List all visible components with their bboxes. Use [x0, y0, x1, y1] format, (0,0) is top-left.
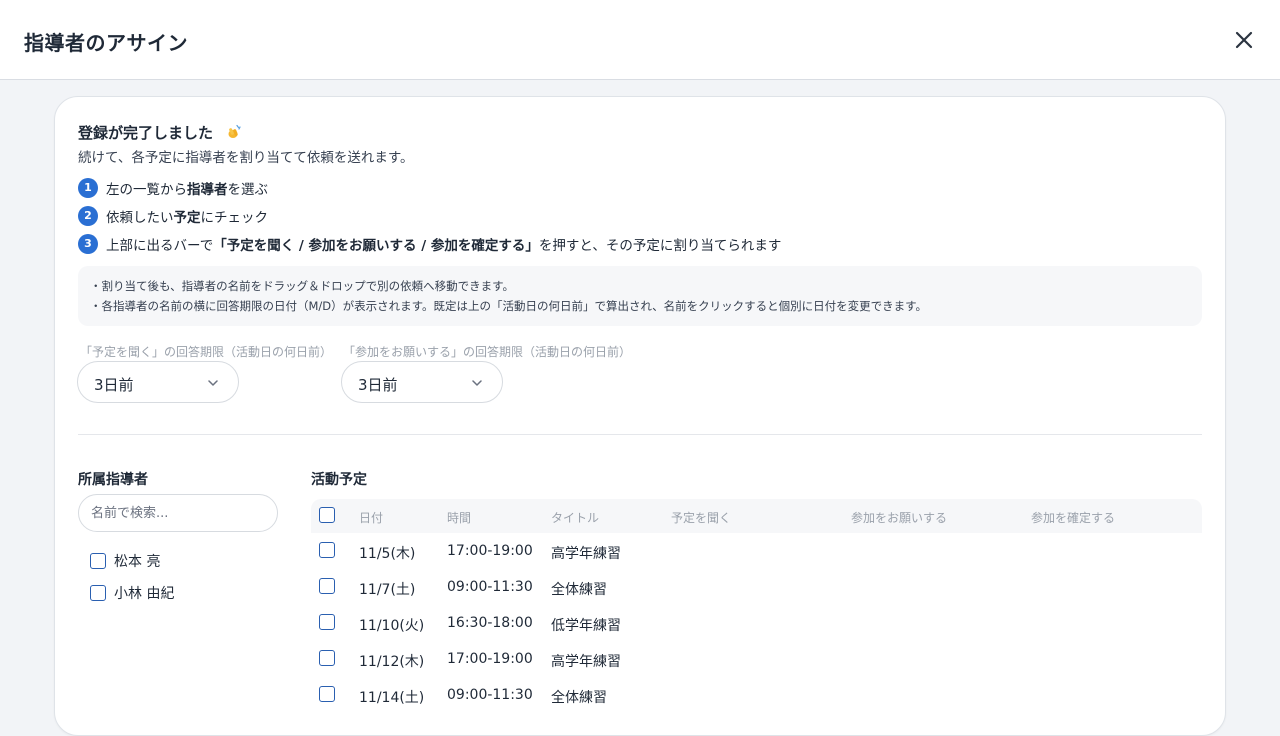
row-title: 全体練習	[551, 690, 607, 706]
ask-deadline-value: 3日前	[94, 376, 134, 394]
schedule-table-header: 日付 時間 タイトル 予定を聞く 参加をお願いする 参加を確定する	[311, 499, 1202, 533]
table-row[interactable]: 11/14(土) 09:00-11:30 全体練習	[311, 678, 1202, 714]
row-title: 高学年練習	[551, 546, 621, 562]
row-title: 低学年練習	[551, 618, 621, 634]
column-header-time: 時間	[447, 511, 472, 525]
coaches-title: 所属指導者	[78, 472, 148, 488]
row-checkbox[interactable]	[319, 650, 335, 666]
step-text: 上部に出るバーで「予定を聞く / 参加をお願いする / 参加を確定する」を押すと…	[106, 238, 782, 254]
step-text: 依頼したい予定にチェック	[106, 210, 268, 226]
step-number-badge: 2	[78, 206, 98, 226]
note-drag-drop: ・割り当て後も、指導者の名前をドラッグ＆ドロップで別の依頼へ移動できます。	[90, 279, 515, 293]
column-header-title: タイトル	[551, 511, 600, 525]
info-notes-box: ・割り当て後も、指導者の名前をドラッグ＆ドロップで別の依頼へ移動できます。 ・各…	[78, 266, 1202, 326]
row-checkbox[interactable]	[319, 614, 335, 630]
column-header-confirm: 参加を確定する	[1031, 511, 1116, 525]
page-title: 指導者のアサイン	[24, 31, 188, 55]
completion-title: 登録が完了しました	[78, 124, 214, 142]
chevron-down-icon	[472, 380, 482, 386]
coach-search-input[interactable]	[78, 494, 278, 532]
ask-deadline-label: 「予定を聞く」の回答期限（活動日の何日前）	[80, 345, 333, 359]
request-deadline-label: 「参加をお願いする」の回答期限（活動日の何日前）	[343, 345, 632, 359]
row-checkbox[interactable]	[319, 686, 335, 702]
schedule-title: 活動予定	[311, 472, 367, 488]
row-date: 11/14(土)	[359, 690, 425, 706]
column-header-date: 日付	[359, 511, 384, 525]
row-time: 16:30-18:00	[447, 615, 533, 631]
completion-subtitle: 続けて、各予定に指導者を割り当てて依頼を送れます。	[78, 150, 414, 166]
row-time: 17:00-19:00	[447, 651, 533, 667]
clapping-hands-icon	[228, 124, 241, 138]
close-icon[interactable]	[1230, 26, 1258, 54]
row-checkbox[interactable]	[319, 542, 335, 558]
coach-name: 松本 亮	[114, 554, 161, 570]
chevron-down-icon	[208, 380, 218, 386]
column-header-ask: 予定を聞く	[671, 511, 732, 525]
row-date: 11/10(火)	[359, 618, 425, 634]
row-date: 11/5(木)	[359, 546, 416, 562]
close-button[interactable]	[1230, 26, 1258, 54]
step-number-badge: 3	[78, 234, 98, 254]
select-all-checkbox[interactable]	[319, 507, 335, 523]
table-row[interactable]: 11/7(土) 09:00-11:30 全体練習	[311, 570, 1202, 606]
ask-deadline-select[interactable]: 3日前	[77, 361, 239, 403]
step-number-badge: 1	[78, 178, 98, 198]
coach-name: 小林 由紀	[114, 586, 175, 602]
row-checkbox[interactable]	[319, 578, 335, 594]
row-time: 09:00-11:30	[447, 579, 533, 595]
row-time: 09:00-11:30	[447, 687, 533, 703]
row-date: 11/12(木)	[359, 654, 425, 670]
section-divider	[78, 434, 1202, 435]
coach-checkbox[interactable]	[90, 553, 106, 569]
request-deadline-value: 3日前	[358, 376, 398, 394]
modal-header: 指導者のアサイン	[0, 0, 1280, 80]
row-title: 全体練習	[551, 582, 607, 598]
row-date: 11/7(土)	[359, 582, 416, 598]
table-row[interactable]: 11/5(木) 17:00-19:00 高学年練習	[311, 534, 1202, 570]
coach-checkbox[interactable]	[90, 585, 106, 601]
row-title: 高学年練習	[551, 654, 621, 670]
note-deadline-date: ・各指導者の名前の横に回答期限の日付（M/D）が表示されます。既定は上の「活動日…	[90, 299, 927, 313]
column-header-request: 参加をお願いする	[851, 511, 948, 525]
step-text: 左の一覧から指導者を選ぶ	[106, 182, 268, 198]
table-row[interactable]: 11/10(火) 16:30-18:00 低学年練習	[311, 606, 1202, 642]
row-time: 17:00-19:00	[447, 543, 533, 559]
request-deadline-select[interactable]: 3日前	[341, 361, 503, 403]
table-row[interactable]: 11/12(木) 17:00-19:00 高学年練習	[311, 642, 1202, 678]
